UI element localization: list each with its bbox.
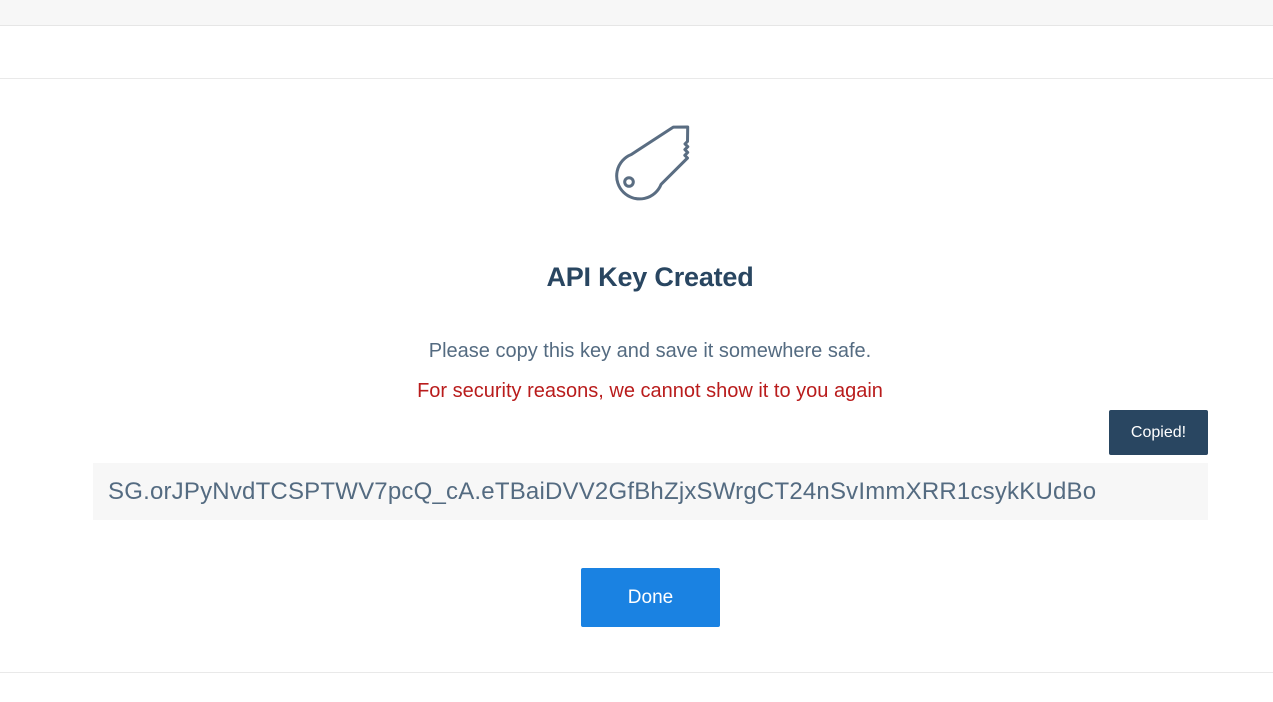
api-key-value[interactable]: SG.orJPyNvdTCSPTWV7pcQ_cA.eTBaiDVV2GfBhZ… — [108, 463, 1096, 520]
modal-header — [0, 26, 1273, 79]
dialog-title: API Key Created — [546, 262, 754, 292]
copied-tooltip: Copied! — [1109, 410, 1208, 455]
modal-footer-divider — [0, 672, 1273, 673]
security-warning: For security reasons, we cannot show it … — [417, 380, 883, 402]
api-key-field[interactable]: SG.orJPyNvdTCSPTWV7pcQ_cA.eTBaiDVV2GfBhZ… — [93, 463, 1208, 520]
done-button[interactable]: Done — [581, 568, 720, 627]
top-bar — [0, 0, 1273, 26]
dialog-message: Please copy this key and save it somewhe… — [428, 340, 872, 362]
key-icon — [615, 125, 690, 201]
